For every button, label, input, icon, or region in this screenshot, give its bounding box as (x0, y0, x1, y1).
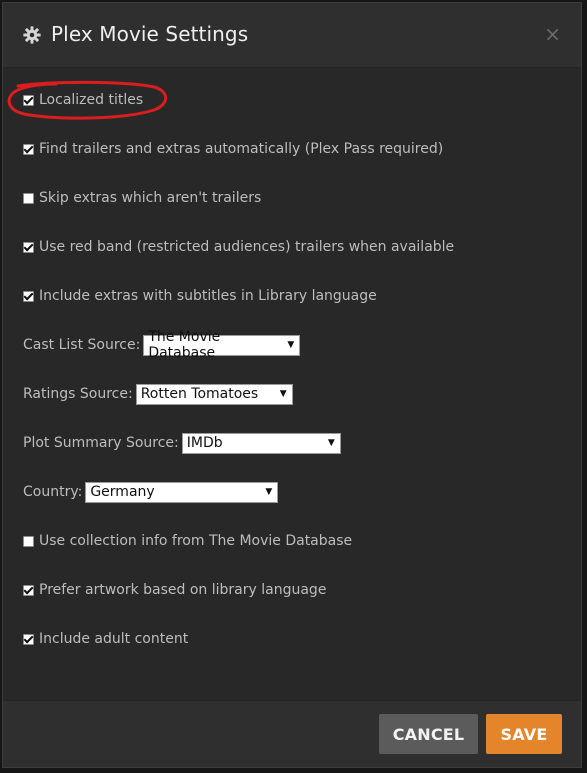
extras-subtitles-checkbox[interactable] (23, 290, 34, 302)
dialog-footer: CANCEL SAVE (3, 700, 581, 767)
chevron-down-icon: ▼ (279, 389, 287, 399)
prefer-artwork-option[interactable]: Prefer artwork based on library language (23, 580, 326, 600)
highlight-circle-annotation (7, 80, 168, 120)
cast-list-source-row: Cast List Source: The Movie Database ▼ (23, 329, 301, 361)
gear-icon (23, 26, 41, 44)
chevron-down-icon: ▼ (265, 487, 273, 497)
country-label: Country: (23, 484, 83, 500)
extras-subtitles-option[interactable]: Include extras with subtitles in Library… (23, 286, 377, 306)
adult-content-option[interactable]: Include adult content (23, 629, 188, 649)
country-select[interactable]: Germany ▼ (85, 481, 279, 503)
extras-subtitles-label: Include extras with subtitles in Library… (39, 288, 377, 304)
find-trailers-label: Find trailers and extras automatically (… (39, 141, 444, 157)
ratings-source-label: Ratings Source: (23, 386, 133, 402)
collection-info-option[interactable]: Use collection info from The Movie Datab… (23, 531, 352, 551)
ratings-source-value: Rotten Tomatoes (140, 386, 259, 402)
country-row: Country: Germany ▼ (23, 481, 279, 503)
adult-content-checkbox[interactable] (23, 633, 34, 645)
ratings-source-select[interactable]: Rotten Tomatoes ▼ (135, 383, 293, 405)
dialog-body: Localized titles Find trailers and extra… (3, 68, 581, 700)
cancel-button[interactable]: CANCEL (379, 714, 478, 754)
red-band-checkbox[interactable] (23, 241, 34, 253)
dialog-header: Plex Movie Settings × (3, 3, 581, 68)
close-icon[interactable]: × (544, 23, 561, 45)
dialog-title: Plex Movie Settings (51, 22, 249, 46)
plot-summary-source-select[interactable]: IMDb ▼ (181, 432, 341, 454)
plot-summary-source-value: IMDb (186, 435, 223, 451)
red-band-option[interactable]: Use red band (restricted audiences) trai… (23, 237, 454, 257)
skip-extras-checkbox[interactable] (23, 192, 34, 204)
cast-list-source-label: Cast List Source: (23, 337, 141, 353)
save-button[interactable]: SAVE (486, 714, 562, 754)
ratings-source-row: Ratings Source: Rotten Tomatoes ▼ (23, 383, 293, 405)
collection-info-label: Use collection info from The Movie Datab… (39, 533, 353, 549)
country-value: Germany (90, 484, 155, 500)
adult-content-label: Include adult content (39, 631, 189, 647)
find-trailers-checkbox[interactable] (23, 143, 34, 155)
find-trailers-option[interactable]: Find trailers and extras automatically (… (23, 139, 443, 159)
collection-info-checkbox[interactable] (23, 535, 34, 547)
plot-summary-source-row: Plot Summary Source: IMDb ▼ (23, 432, 341, 454)
cast-list-source-select[interactable]: The Movie Database ▼ (143, 329, 301, 361)
chevron-down-icon: ▼ (327, 438, 335, 448)
prefer-artwork-label: Prefer artwork based on library language (39, 582, 327, 598)
skip-extras-option[interactable]: Skip extras which aren't trailers (23, 188, 261, 208)
skip-extras-label: Skip extras which aren't trailers (39, 190, 262, 206)
red-band-label: Use red band (restricted audiences) trai… (39, 239, 455, 255)
cast-list-source-value: The Movie Database (148, 329, 221, 361)
chevron-down-icon: ▼ (287, 340, 295, 350)
plot-summary-source-label: Plot Summary Source: (23, 435, 179, 451)
prefer-artwork-checkbox[interactable] (23, 584, 34, 596)
